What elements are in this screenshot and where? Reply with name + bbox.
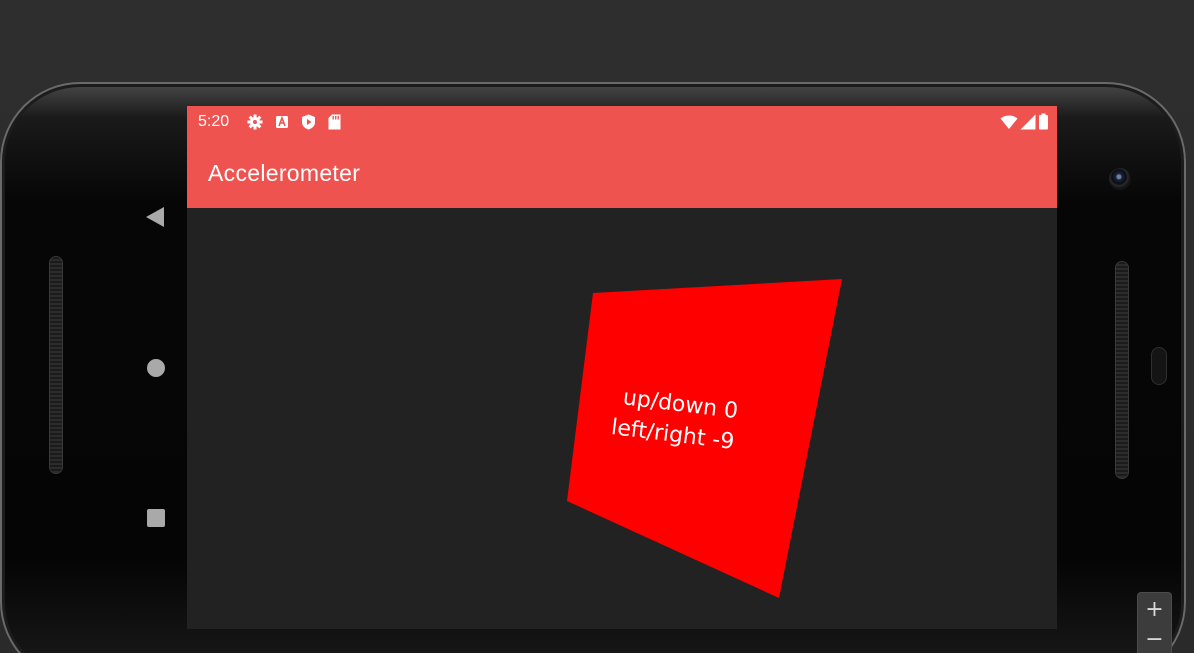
app-title: Accelerometer	[208, 160, 361, 186]
zoom-in-button[interactable]: +	[1138, 595, 1171, 625]
status-icons-right	[1000, 113, 1049, 130]
app-bar: Accelerometer	[187, 138, 1057, 208]
status-icons-left	[247, 114, 341, 130]
shield-icon	[302, 114, 315, 130]
speaker-grille-left	[50, 257, 62, 473]
recents-icon[interactable]	[147, 509, 165, 527]
content-area: up/down 0 left/right -9	[187, 208, 1057, 629]
battery-icon	[1039, 113, 1048, 130]
tilt-visualization: up/down 0 left/right -9	[567, 279, 842, 598]
zoom-controls: + −	[1138, 593, 1171, 653]
wifi-icon	[1000, 115, 1018, 129]
home-icon[interactable]	[147, 359, 165, 377]
emulator-stage: 5:20 Accelerometer up/down 0 left/right …	[0, 0, 1194, 653]
sd-card-icon	[328, 114, 341, 130]
status-bar: 5:20	[187, 106, 1057, 138]
device-screen: 5:20 Accelerometer up/down 0 left/right …	[187, 106, 1057, 629]
back-icon[interactable]	[146, 207, 164, 227]
speaker-grille-right	[1116, 262, 1128, 478]
zoom-out-button[interactable]: −	[1138, 625, 1171, 653]
gear-icon	[247, 114, 263, 130]
a-letter-icon	[276, 115, 288, 128]
status-time: 5:20	[198, 113, 230, 130]
front-camera	[1109, 168, 1131, 190]
proximity-sensor	[1152, 348, 1166, 384]
cell-signal-icon	[1020, 114, 1036, 129]
